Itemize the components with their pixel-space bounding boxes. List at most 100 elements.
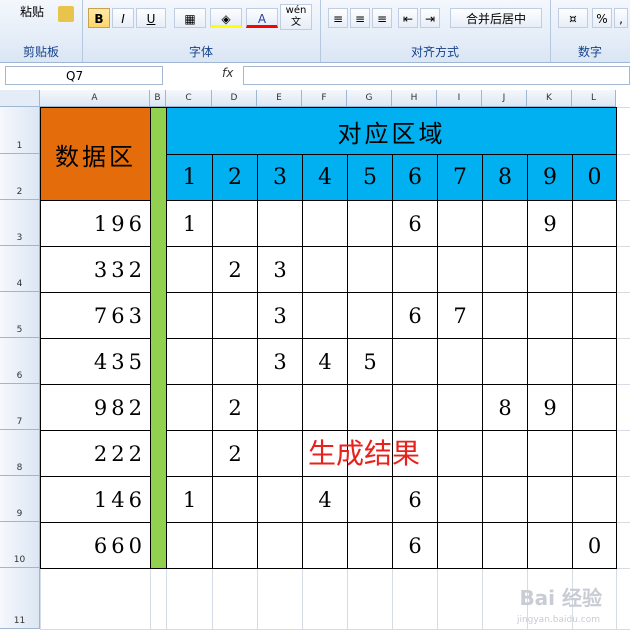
decrease-indent-button[interactable]: ⇤	[398, 8, 418, 28]
result-cell[interactable]	[572, 476, 617, 523]
column-header-k[interactable]: K	[527, 90, 572, 107]
result-cell[interactable]: 9	[527, 384, 573, 431]
column-header-j[interactable]: J	[482, 90, 527, 107]
result-cell[interactable]	[166, 246, 213, 293]
result-cell[interactable]: 3	[257, 338, 303, 385]
result-cell[interactable]: 3	[257, 246, 303, 293]
fill-color-button[interactable]: ◈	[210, 8, 242, 28]
digit-header[interactable]: 1	[166, 154, 213, 201]
result-cell[interactable]	[257, 200, 303, 247]
result-cell[interactable]	[302, 200, 348, 247]
result-cell[interactable]	[347, 246, 393, 293]
format-painter-icon[interactable]	[58, 6, 74, 22]
column-header-e[interactable]: E	[257, 90, 302, 107]
result-cell[interactable]	[482, 200, 528, 247]
result-cell[interactable]	[572, 384, 617, 431]
result-cell[interactable]	[302, 292, 348, 339]
result-cell[interactable]: 0	[572, 522, 617, 569]
result-cell[interactable]	[392, 246, 438, 293]
result-cell[interactable]	[482, 430, 528, 477]
percent-button[interactable]: %	[592, 8, 612, 28]
currency-button[interactable]: ¤	[558, 8, 588, 28]
select-all-corner[interactable]	[0, 90, 40, 107]
row-header-9[interactable]: 9	[0, 476, 40, 522]
digit-header[interactable]: 4	[302, 154, 348, 201]
row-header-6[interactable]: 6	[0, 338, 40, 384]
separator-column[interactable]	[150, 107, 167, 569]
digit-header[interactable]: 2	[212, 154, 258, 201]
result-cell[interactable]	[257, 522, 303, 569]
digit-header[interactable]: 0	[572, 154, 617, 201]
result-cell[interactable]	[572, 338, 617, 385]
column-header-b[interactable]: B	[150, 90, 166, 107]
result-cell[interactable]	[482, 246, 528, 293]
result-cell[interactable]	[572, 292, 617, 339]
result-cell[interactable]	[437, 338, 483, 385]
result-cell[interactable]: 7	[437, 292, 483, 339]
result-cell[interactable]	[437, 430, 483, 477]
phonetic-button[interactable]: wén 文	[280, 4, 312, 30]
column-header-f[interactable]: F	[302, 90, 347, 107]
align-right-button[interactable]: ≡	[372, 8, 392, 28]
paste-button[interactable]: 粘贴	[14, 2, 50, 22]
result-cell[interactable]	[212, 200, 258, 247]
result-cell[interactable]	[482, 522, 528, 569]
result-cell[interactable]	[482, 292, 528, 339]
digit-header[interactable]: 9	[527, 154, 573, 201]
column-header-a[interactable]: A	[40, 90, 150, 107]
region-header[interactable]: 对应区域	[166, 107, 617, 155]
result-cell[interactable]	[302, 246, 348, 293]
data-value-cell[interactable]: 763	[40, 292, 151, 339]
row-header-7[interactable]: 7	[0, 384, 40, 430]
result-cell[interactable]	[392, 384, 438, 431]
result-cell[interactable]: 4	[302, 476, 348, 523]
result-cell[interactable]	[437, 200, 483, 247]
data-value-cell[interactable]: 332	[40, 246, 151, 293]
result-cell[interactable]	[527, 292, 573, 339]
result-cell[interactable]	[257, 384, 303, 431]
result-cell[interactable]: 6	[392, 200, 438, 247]
column-header-i[interactable]: I	[437, 90, 482, 107]
column-header-d[interactable]: D	[212, 90, 257, 107]
result-cell[interactable]: 3	[257, 292, 303, 339]
result-cell[interactable]	[572, 246, 617, 293]
result-cell[interactable]	[437, 522, 483, 569]
result-cell[interactable]	[257, 430, 303, 477]
result-cell[interactable]: 5	[347, 338, 393, 385]
result-cell[interactable]	[572, 430, 617, 477]
bold-button[interactable]: B	[88, 8, 110, 28]
result-cell[interactable]	[527, 476, 573, 523]
result-cell[interactable]	[527, 430, 573, 477]
result-cell[interactable]: 6	[392, 292, 438, 339]
border-button[interactable]: ▦	[174, 8, 206, 28]
result-cell[interactable]	[392, 338, 438, 385]
row-header-5[interactable]: 5	[0, 292, 40, 338]
result-cell[interactable]	[302, 384, 348, 431]
data-area-header[interactable]: 数据区	[40, 107, 151, 201]
result-cell[interactable]	[166, 384, 213, 431]
data-value-cell[interactable]: 222	[40, 430, 151, 477]
row-header-11[interactable]: 11	[0, 568, 40, 629]
data-value-cell[interactable]: 196	[40, 200, 151, 247]
result-cell[interactable]	[437, 246, 483, 293]
digit-header[interactable]: 5	[347, 154, 393, 201]
result-cell[interactable]	[347, 476, 393, 523]
result-cell[interactable]	[257, 476, 303, 523]
align-left-button[interactable]: ≡	[328, 8, 348, 28]
result-cell[interactable]: 2	[212, 430, 258, 477]
result-cell[interactable]: 4	[302, 338, 348, 385]
result-cell[interactable]	[347, 292, 393, 339]
row-header-2[interactable]: 2	[0, 154, 40, 200]
row-header-8[interactable]: 8	[0, 430, 40, 476]
column-header-h[interactable]: H	[392, 90, 437, 107]
italic-button[interactable]: I	[112, 8, 134, 28]
result-cell[interactable]	[347, 384, 393, 431]
result-cell[interactable]	[212, 522, 258, 569]
result-cell[interactable]	[437, 384, 483, 431]
data-value-cell[interactable]: 982	[40, 384, 151, 431]
result-cell[interactable]	[482, 476, 528, 523]
result-cell[interactable]	[527, 522, 573, 569]
result-cell[interactable]	[572, 200, 617, 247]
name-box[interactable]: Q7	[5, 66, 163, 85]
result-cell[interactable]: 6	[392, 522, 438, 569]
